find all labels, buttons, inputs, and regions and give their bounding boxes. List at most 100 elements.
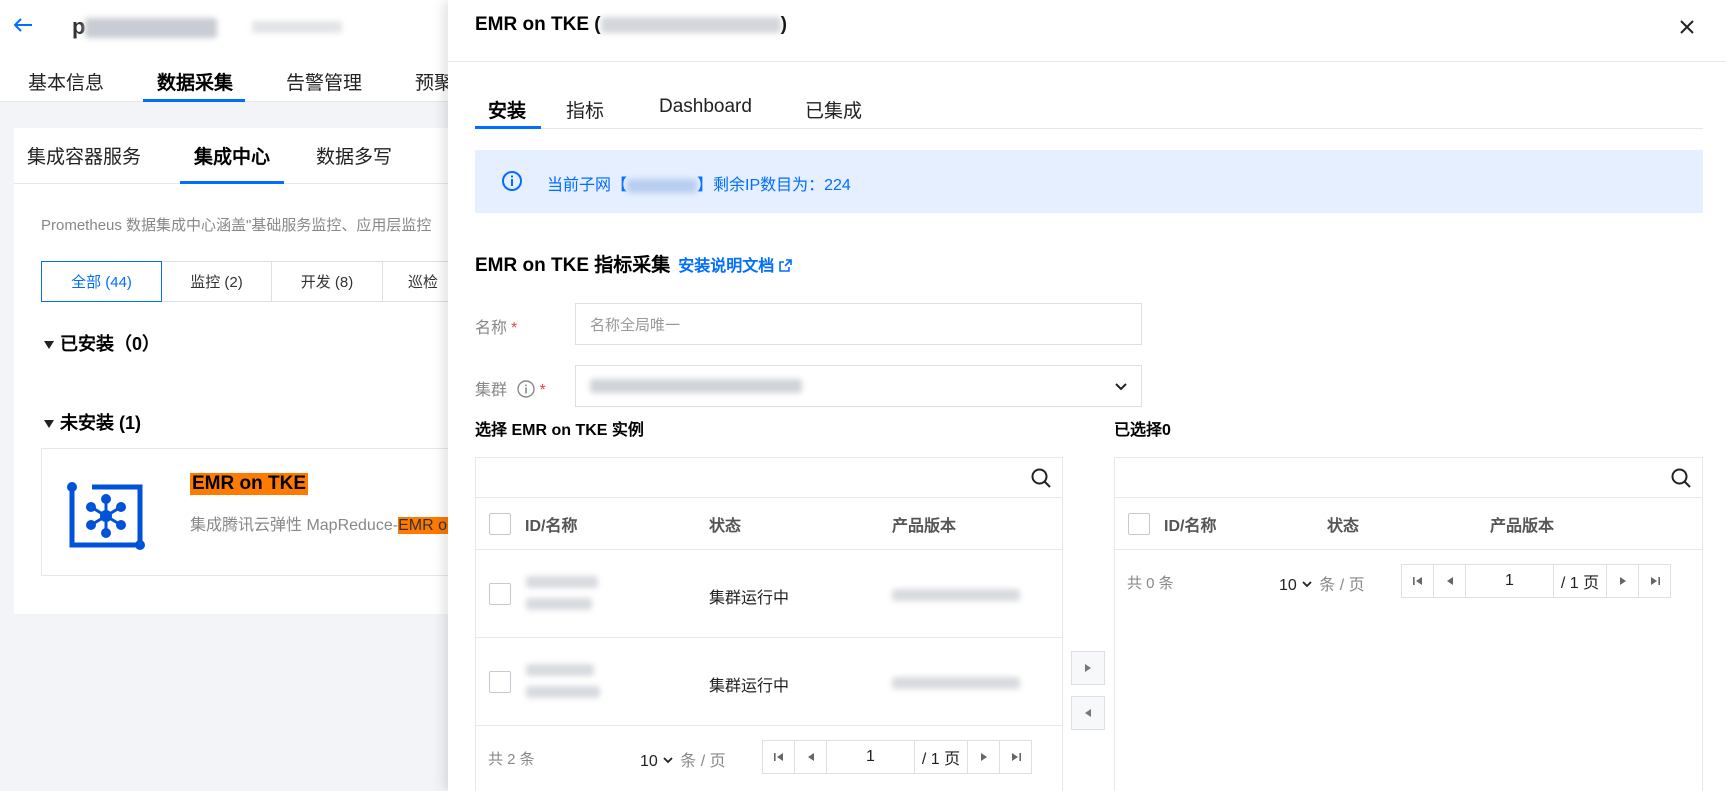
selected-search-input[interactable] [1115,458,1702,498]
installed-section[interactable]: 已安装（0） [44,330,160,356]
first-page-icon[interactable] [1402,565,1434,597]
product-description: 集成腾讯云弹性 MapReduce-EMR on TKE [190,511,492,535]
source-search-input[interactable] [476,458,1062,498]
selected-page-size: 10 [1279,577,1297,594]
subnet-info-suffix: 】剩余IP数目为：224 [697,177,851,194]
info-icon [502,171,522,191]
filter-develop[interactable]: 开发 (8) [271,261,383,302]
row-status: 集群运行中 [709,678,790,695]
selected-pagination: 共 0 条 10 条 / 页 1 / 1 页 [1115,550,1702,613]
source-page-size-select[interactable]: 10 条 / 页 [640,747,726,771]
tab-integrated[interactable]: 已集成 [805,88,862,128]
source-page-nav: 1 / 1 页 [762,740,1032,774]
tab-alert-management[interactable]: 告警管理 [269,62,403,102]
filter-monitor[interactable]: 监控 (2) [161,261,272,302]
search-icon[interactable] [1030,467,1052,489]
selected-page-size-select[interactable]: 10 条 / 页 [1279,571,1365,595]
active-tab-indicator [143,99,245,102]
source-table-header: ID/名称 状态 产品版本 [476,498,1062,550]
column-id-name: ID/名称 [1164,517,1217,535]
installed-label: 已安装（0） [60,334,161,354]
caret-left-icon [1085,709,1091,717]
product-name: EMR on TKE [190,473,308,495]
row-version [892,676,1020,694]
source-total-count: 共 2 条 [488,751,535,768]
product-card-emr[interactable]: EMR on TKE 集成腾讯云弹性 MapReduce-EMR on TKE [41,448,492,576]
select-all-checkbox[interactable] [1128,513,1150,535]
selected-page-input[interactable]: 1 [1466,565,1554,597]
back-arrow-icon[interactable] [12,14,34,36]
tab-install[interactable]: 安装 [475,88,566,128]
card-tab-indicator [180,181,284,184]
cluster-label-text: 集群 [475,382,508,399]
filter-buttons: 全部 (44) 监控 (2) 开发 (8) 巡检 [41,261,462,302]
selected-page-total: / 1 页 [1560,575,1600,592]
row-status: 集群运行中 [709,590,790,607]
select-all-checkbox[interactable] [489,513,511,535]
first-page-icon[interactable] [763,741,795,773]
not-installed-section[interactable]: 未安装 (1) [44,409,141,435]
close-icon[interactable] [1676,16,1698,38]
tab-integration-center[interactable]: 集成中心 [180,128,316,184]
selected-instance-table: ID/名称 状态 产品版本 共 0 条 10 条 / 页 1 / 1 页 [1114,457,1703,791]
subnet-info-text: 当前子网【 】剩余IP数目为：224 [547,171,851,195]
prev-page-icon[interactable] [795,741,827,773]
last-page-icon[interactable] [1638,565,1670,597]
drawer-tab-indicator [475,126,541,129]
column-status: 状态 [1327,517,1360,535]
collapse-triangle-icon [44,341,54,350]
drawer-header: EMR on TKE () [448,0,1726,62]
last-page-icon[interactable] [999,741,1031,773]
name-input[interactable]: 名称全局唯一 [575,303,1142,345]
source-page-size-unit: 条 / 页 [680,753,726,770]
drawer-title-close-paren: ) [780,14,787,35]
form-title: EMR on TKE 指标采集 安装说明文档 [475,250,792,277]
chevron-down-icon [1115,383,1127,391]
card-tabs: 集成容器服务 集成中心 数据多写 [14,128,454,184]
source-instance-table: ID/名称 状态 产品版本 集群运行中 集群运行中 共 2 条 10 条 / 页… [475,457,1063,791]
drawer-title-text: EMR on TKE ( [475,14,601,35]
move-right-button[interactable] [1071,651,1105,685]
drawer-title: EMR on TKE () [475,14,787,36]
chevron-down-icon [663,757,673,764]
required-mark: * [511,320,518,337]
page-subtitle [252,20,342,36]
tab-data-collection[interactable]: 数据采集 [143,62,269,102]
install-doc-link[interactable]: 安装说明文档 [678,258,792,275]
row-checkbox[interactable] [489,671,511,693]
tab-container-service[interactable]: 集成容器服务 [14,128,180,184]
column-status: 状态 [709,517,742,535]
tab-data-multi-write[interactable]: 数据多写 [316,128,392,184]
integration-card: 集成容器服务 集成中心 数据多写 Prometheus 数据集成中心涵盖"基础服… [14,128,492,614]
source-page-input[interactable]: 1 [827,741,915,773]
search-icon[interactable] [1670,467,1692,489]
source-page-total: / 1 页 [921,751,961,768]
source-pagination: 共 2 条 10 条 / 页 1 / 1 页 [476,726,1062,789]
info-circle-icon[interactable] [517,380,536,398]
product-desc-text: 集成腾讯云弹性 MapReduce- [190,517,399,534]
tab-pre-aggregation[interactable]: 预聚 [403,62,453,102]
name-label-text: 名称 [475,320,508,337]
selected-total-count: 共 0 条 [1127,575,1174,592]
next-page-icon[interactable] [967,741,999,773]
table-row[interactable]: 集群运行中 [476,550,1062,638]
tab-metrics[interactable]: 指标 [566,88,658,128]
caret-right-icon [1085,664,1091,672]
move-left-button[interactable] [1071,696,1105,730]
install-drawer: EMR on TKE () 安装 指标 Dashboard 已集成 当前子网【 】… [448,0,1726,791]
filter-all[interactable]: 全部 (44) [41,261,162,302]
subnet-info-prefix: 当前子网【 [547,177,628,194]
selected-page-size-unit: 条 / 页 [1319,577,1365,594]
tab-basic-info[interactable]: 基本信息 [0,62,143,102]
next-page-icon[interactable] [1606,565,1638,597]
selected-table-header: ID/名称 状态 产品版本 [1115,498,1702,550]
required-mark: * [539,382,546,399]
cluster-select[interactable] [575,365,1142,407]
prev-page-icon[interactable] [1434,565,1466,597]
emr-logo-icon [67,482,145,550]
tab-dashboard[interactable]: Dashboard [658,88,805,128]
table-row[interactable]: 集群运行中 [476,638,1062,726]
not-installed-label: 未安装 (1) [60,413,141,433]
row-checkbox[interactable] [489,583,511,605]
subnet-info-alert: 当前子网【 】剩余IP数目为：224 [475,150,1703,213]
